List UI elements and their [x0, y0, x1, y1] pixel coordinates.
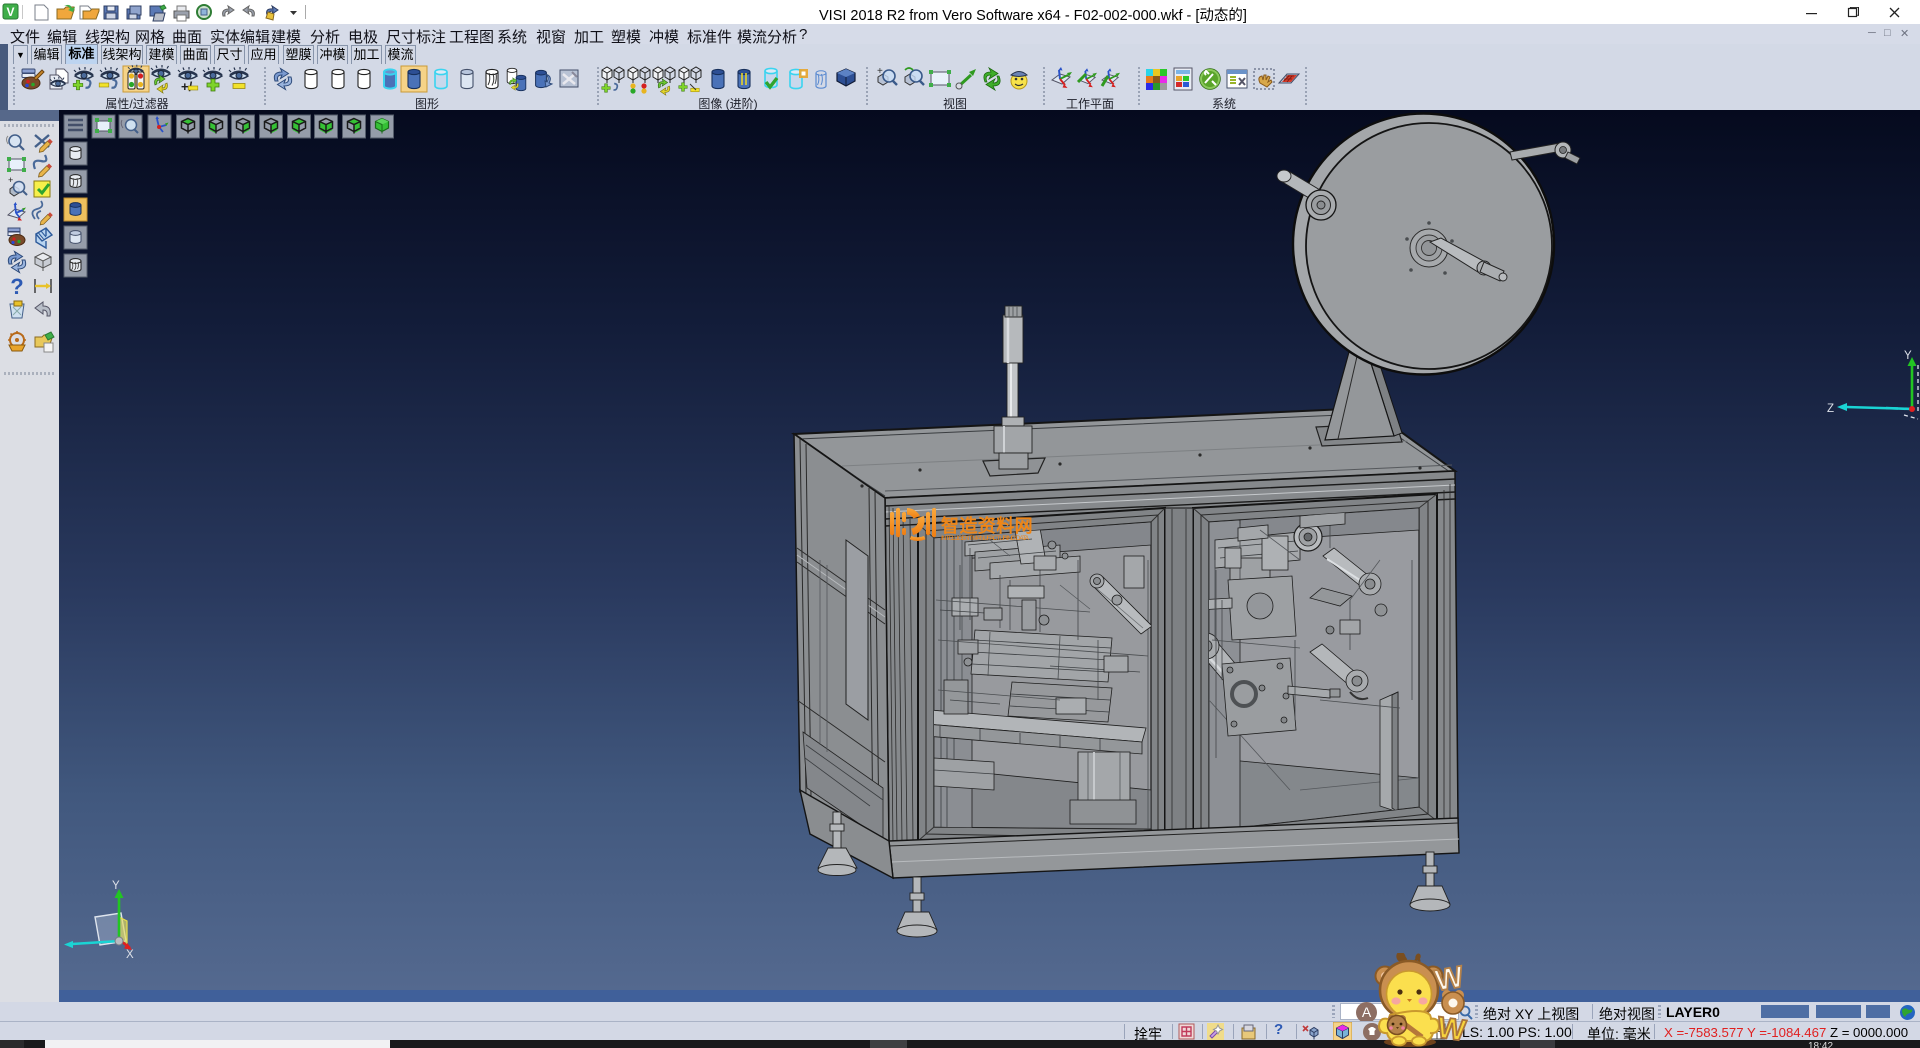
svg-text:?: ? — [10, 274, 23, 299]
svg-text:V: V — [6, 5, 14, 19]
svg-text:Y: Y — [112, 880, 120, 892]
svg-text:Y: Y — [1904, 350, 1912, 362]
svg-text:+: + — [8, 175, 13, 185]
svg-text:X: X — [126, 949, 134, 961]
svg-text:智造资料网: 智造资料网 — [941, 515, 1033, 536]
svg-text:Z: Z — [1827, 403, 1834, 415]
svg-text:+: + — [877, 66, 883, 77]
svg-text:INTELLIGENT MANUFACTURING DATA: INTELLIGENT MANUFACTURING DATA — [941, 535, 1030, 542]
